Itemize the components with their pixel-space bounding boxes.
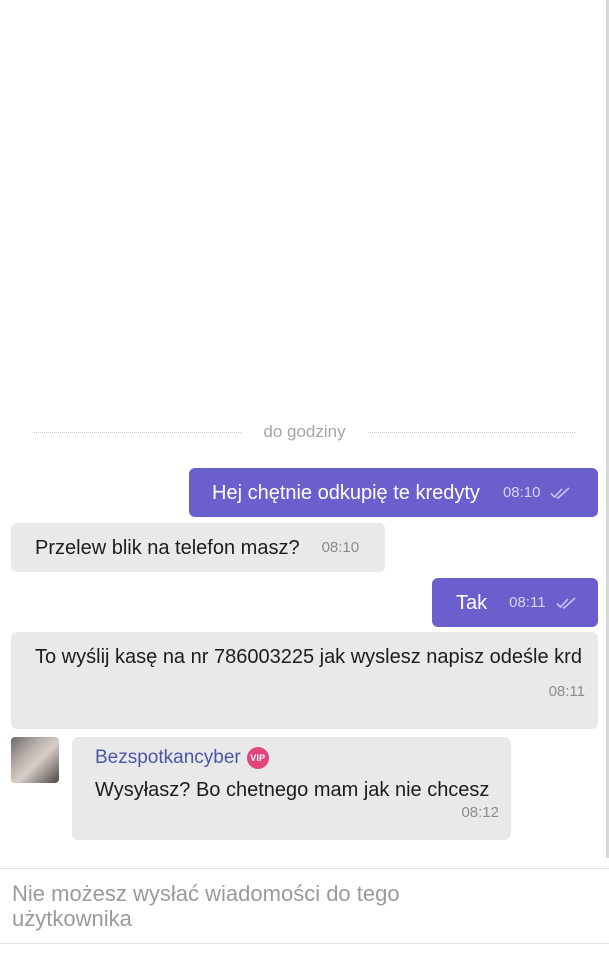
avatar[interactable]	[11, 737, 59, 783]
message-text: To wyślij kasę na nr 786003225 jak wysle…	[35, 646, 582, 668]
time-divider: do godziny	[34, 420, 576, 444]
message-time: 08:10	[321, 539, 360, 556]
message-time: 08:12	[461, 804, 499, 821]
chat-screen: do godziny Hej chętnie odkupię te kredyt…	[0, 0, 609, 960]
message-time: 08:10	[502, 484, 541, 501]
message-outgoing[interactable]: Hej chętnie odkupię te kredyty 08:10	[189, 468, 598, 517]
composer-disabled-text: Nie możesz wysłać wiadomości do tego uży…	[12, 881, 400, 931]
message-time: 08:11	[548, 683, 585, 700]
message-time: 08:11	[509, 594, 546, 611]
divider-line-left	[34, 431, 242, 433]
message-text: Tak	[456, 591, 488, 614]
divider-line-right	[367, 431, 576, 433]
sender-name[interactable]: Bezspotkancyber	[95, 747, 241, 769]
message-incoming[interactable]: To wyślij kasę na nr 786003225 jak wysle…	[11, 632, 598, 729]
double-check-icon	[550, 486, 571, 499]
divider-label: do godziny	[263, 422, 346, 441]
message-text: Hej chętnie odkupię te kredyty	[212, 481, 480, 504]
vip-badge-icon: VIP	[246, 747, 269, 769]
double-check-icon	[555, 596, 576, 609]
message-composer-disabled: Nie możesz wysłać wiadomości do tego uży…	[0, 868, 609, 944]
message-incoming[interactable]: Bezspotkancyber VIP Wysyłasz? Bo chetneg…	[72, 737, 511, 840]
message-outgoing[interactable]: Tak 08:11	[432, 578, 598, 627]
message-text: Przelew blik na telefon masz?	[35, 536, 300, 559]
message-incoming[interactable]: Przelew blik na telefon masz? 08:10	[11, 523, 385, 572]
message-text: Wysyłasz? Bo chetnego mam jak nie chcesz	[95, 779, 490, 801]
